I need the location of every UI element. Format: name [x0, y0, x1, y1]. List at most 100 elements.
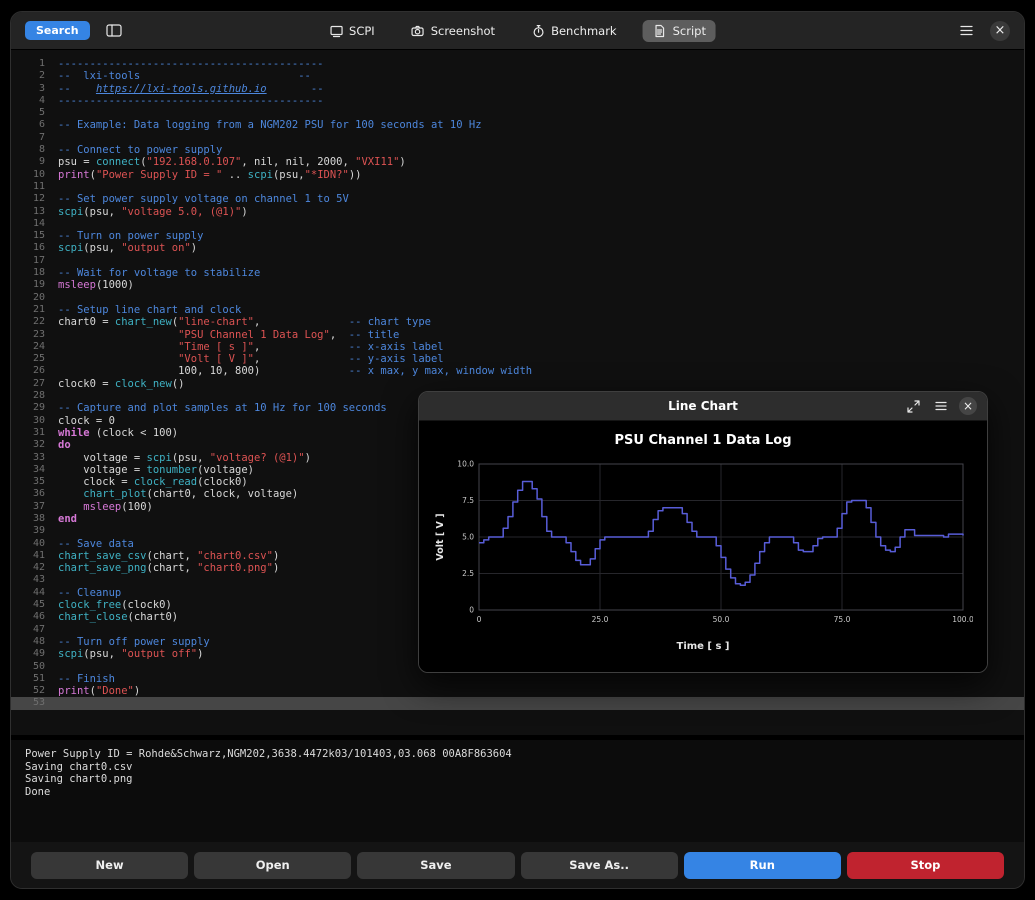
- line-number: 13: [11, 206, 58, 218]
- code-line[interactable]: 12-- Set power supply voltage on channel…: [11, 193, 1024, 205]
- line-number: 33: [11, 452, 58, 464]
- app-window: Search SCPI: [10, 11, 1025, 889]
- code-line[interactable]: 21-- Setup line chart and clock: [11, 304, 1024, 316]
- console-line: Done: [25, 786, 1010, 799]
- line-number: 14: [11, 218, 58, 230]
- code-line[interactable]: 26 100, 10, 800) -- x max, y max, window…: [11, 365, 1024, 377]
- code-line[interactable]: 27clock0 = clock_new(): [11, 378, 1024, 390]
- sidebar-toggle-icon: [106, 23, 122, 38]
- tab-script[interactable]: Script: [643, 20, 716, 42]
- line-number: 26: [11, 365, 58, 377]
- code-line[interactable]: 25 "Volt [ V ]", -- y-axis label: [11, 353, 1024, 365]
- line-number: 3: [11, 83, 58, 95]
- sidebar-toggle-button[interactable]: [104, 21, 124, 40]
- code-text: -- Turn on power supply: [58, 230, 1024, 242]
- save-button[interactable]: Save: [357, 852, 514, 879]
- tab-label: Script: [673, 24, 706, 38]
- run-button[interactable]: Run: [684, 852, 841, 879]
- chart-menu-button[interactable]: [932, 397, 950, 415]
- main-menu-button[interactable]: [957, 21, 976, 40]
- line-number: 7: [11, 132, 58, 144]
- code-text: print("Done"): [58, 685, 1024, 697]
- code-line[interactable]: 2-- lxi-tools --: [11, 70, 1024, 82]
- svg-text:10.0: 10.0: [457, 460, 474, 469]
- code-text: scpi(psu, "voltage 5.0, (@1)"): [58, 206, 1024, 218]
- chart-window-titlebar[interactable]: Line Chart ×: [419, 392, 987, 421]
- code-line[interactable]: 10print("Power Supply ID = " .. scpi(psu…: [11, 169, 1024, 181]
- code-line[interactable]: 20: [11, 292, 1024, 304]
- line-number: 43: [11, 574, 58, 586]
- window-close-button[interactable]: ×: [990, 21, 1010, 41]
- line-number: 29: [11, 402, 58, 414]
- code-line[interactable]: 11: [11, 181, 1024, 193]
- code-line[interactable]: 15-- Turn on power supply: [11, 230, 1024, 242]
- line-number: 32: [11, 439, 58, 451]
- expand-icon: [906, 399, 921, 414]
- line-number: 49: [11, 648, 58, 660]
- search-button[interactable]: Search: [25, 21, 90, 40]
- code-text: -- https://lxi-tools.github.io --: [58, 83, 1024, 95]
- code-line[interactable]: 51-- Finish: [11, 673, 1024, 685]
- code-line[interactable]: 52print("Done"): [11, 685, 1024, 697]
- console-line: Saving chart0.csv: [25, 761, 1010, 774]
- tab-scpi[interactable]: SCPI: [319, 20, 385, 42]
- open-button[interactable]: Open: [194, 852, 351, 879]
- line-number: 46: [11, 611, 58, 623]
- code-text: psu = connect("192.168.0.107", nil, nil,…: [58, 156, 1024, 168]
- svg-text:0: 0: [469, 606, 474, 615]
- line-number: 23: [11, 329, 58, 341]
- close-icon: ×: [995, 24, 1006, 37]
- code-line[interactable]: 19msleep(1000): [11, 279, 1024, 291]
- code-line[interactable]: 4---------------------------------------…: [11, 95, 1024, 107]
- code-text: "Time [ s ]", -- x-axis label: [58, 341, 1024, 353]
- code-text: "PSU Channel 1 Data Log", -- title: [58, 329, 1024, 341]
- chart-fullscreen-button[interactable]: [904, 397, 923, 416]
- code-text: "Volt [ V ]", -- y-axis label: [58, 353, 1024, 365]
- code-text: -- Example: Data logging from a NGM202 P…: [58, 119, 1024, 131]
- code-text: msleep(1000): [58, 279, 1024, 291]
- line-number: 8: [11, 144, 58, 156]
- line-number: 27: [11, 378, 58, 390]
- code-line[interactable]: 3-- https://lxi-tools.github.io --: [11, 83, 1024, 95]
- tab-screenshot[interactable]: Screenshot: [401, 20, 505, 42]
- code-line[interactable]: 1---------------------------------------…: [11, 58, 1024, 70]
- code-line[interactable]: 8-- Connect to power supply: [11, 144, 1024, 156]
- hamburger-menu-icon: [959, 23, 974, 38]
- console-line: Power Supply ID = Rohde&Schwarz,NGM202,3…: [25, 748, 1010, 761]
- tab-label: SCPI: [349, 24, 375, 38]
- tab-benchmark[interactable]: Benchmark: [521, 20, 627, 42]
- line-number: 50: [11, 661, 58, 673]
- line-number: 25: [11, 353, 58, 365]
- save-as-button[interactable]: Save As..: [521, 852, 678, 879]
- line-number: 31: [11, 427, 58, 439]
- chart-close-button[interactable]: ×: [959, 397, 977, 415]
- code-line[interactable]: 14: [11, 218, 1024, 230]
- code-text: clock0 = clock_new(): [58, 378, 1024, 390]
- code-line[interactable]: 6-- Example: Data logging from a NGM202 …: [11, 119, 1024, 131]
- code-line[interactable]: 13scpi(psu, "voltage 5.0, (@1)"): [11, 206, 1024, 218]
- code-line[interactable]: 23 "PSU Channel 1 Data Log", -- title: [11, 329, 1024, 341]
- code-line[interactable]: 18-- Wait for voltage to stabilize: [11, 267, 1024, 279]
- code-line[interactable]: 16scpi(psu, "output on"): [11, 242, 1024, 254]
- new-button[interactable]: New: [31, 852, 188, 879]
- footer-toolbar: New Open Save Save As.. Run Stop: [11, 842, 1024, 888]
- svg-text:0: 0: [477, 615, 482, 624]
- code-line[interactable]: 22chart0 = chart_new("line-chart", -- ch…: [11, 316, 1024, 328]
- chart-plot-title: PSU Channel 1 Data Log: [431, 433, 975, 448]
- line-number: 53: [11, 697, 58, 709]
- line-number: 36: [11, 488, 58, 500]
- stop-button[interactable]: Stop: [847, 852, 1004, 879]
- code-line[interactable]: 53: [11, 697, 1024, 709]
- line-number: 16: [11, 242, 58, 254]
- line-number: 1: [11, 58, 58, 70]
- code-line[interactable]: 17: [11, 255, 1024, 267]
- chart-body: PSU Channel 1 Data Log 025.050.075.0100.…: [419, 421, 987, 673]
- line-number: 4: [11, 95, 58, 107]
- code-line[interactable]: 9psu = connect("192.168.0.107", nil, nil…: [11, 156, 1024, 168]
- code-line[interactable]: 5: [11, 107, 1024, 119]
- line-number: 2: [11, 70, 58, 82]
- line-number: 42: [11, 562, 58, 574]
- code-line[interactable]: 24 "Time [ s ]", -- x-axis label: [11, 341, 1024, 353]
- code-line[interactable]: 7: [11, 132, 1024, 144]
- code-text: [58, 255, 1024, 267]
